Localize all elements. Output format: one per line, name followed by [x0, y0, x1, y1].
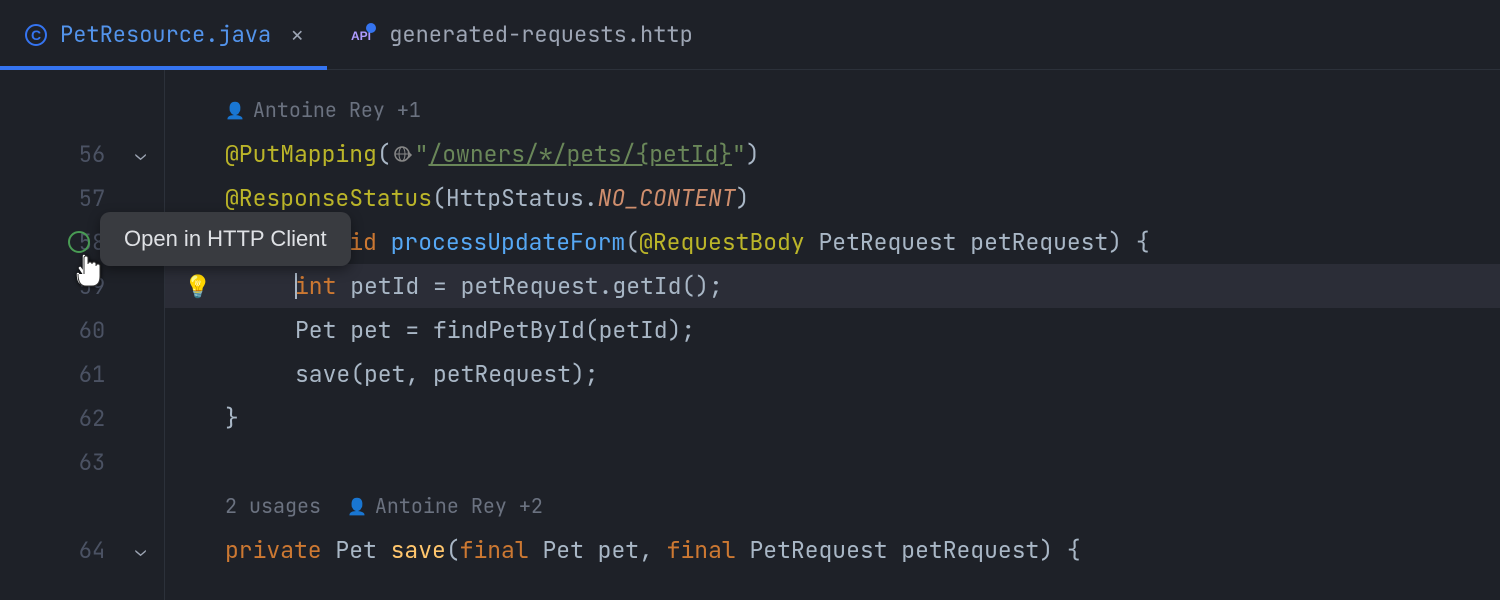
inlay-author: Antoine Rey +2 — [375, 493, 543, 519]
inlay-author: Antoine Rey +1 — [253, 97, 421, 123]
code-line[interactable]: @ResponseStatus(HttpStatus.NO_CONTENT) — [165, 176, 1500, 220]
line-number: 63 — [65, 448, 105, 477]
gutter-line[interactable]: 62 ⌄ — [0, 396, 164, 440]
mouse-cursor-icon — [74, 254, 104, 298]
tooltip-text: Open in HTTP Client — [124, 226, 327, 251]
globe-icon[interactable] — [393, 144, 413, 164]
gutter-line[interactable]: 64 ⌄ — [0, 528, 164, 572]
line-number: 62 — [65, 404, 105, 433]
code-line[interactable]: private Pet save(final Pet pet, final Pe… — [165, 528, 1500, 572]
code-area[interactable]: 💡 👤 Antoine Rey +1 @PutMapping("/owners/… — [165, 70, 1500, 600]
gutter-line-inlay — [0, 484, 164, 528]
gutter-line[interactable]: 60 ⌄ — [0, 308, 164, 352]
user-icon: 👤 — [225, 100, 245, 121]
line-number: 57 — [65, 184, 105, 213]
tab-label: PetResource.java — [60, 20, 271, 49]
line-number: 64 — [65, 536, 105, 565]
gutter-line[interactable]: 61 ⌄ — [0, 352, 164, 396]
code-line[interactable]: @PutMapping("/owners/*/pets/{petId}") — [165, 132, 1500, 176]
code-line-blank[interactable] — [165, 440, 1500, 484]
chevron-down-icon[interactable]: ⌄ — [135, 143, 146, 166]
code-line[interactable]: save(pet, petRequest); — [165, 352, 1500, 396]
gutter-line[interactable]: 56 ⌄ — [0, 132, 164, 176]
close-icon[interactable]: ✕ — [291, 22, 303, 48]
intention-bulb-icon[interactable]: 💡 — [184, 272, 211, 301]
user-icon: 👤 — [347, 496, 367, 517]
tab-petresource[interactable]: C PetResource.java ✕ — [0, 0, 327, 69]
line-number: 61 — [65, 360, 105, 389]
tab-bar: C PetResource.java ✕ API generated-reque… — [0, 0, 1500, 70]
chevron-down-icon[interactable]: ⌄ — [135, 539, 146, 562]
run-gutter-icon[interactable] — [68, 231, 90, 253]
gutter-line[interactable]: 63 ⌄ — [0, 440, 164, 484]
inlay-author-hint[interactable]: 👤 Antoine Rey +1 — [165, 88, 1500, 132]
gutter-tooltip[interactable]: Open in HTTP Client — [100, 212, 351, 266]
code-line[interactable]: } — [165, 396, 1500, 440]
class-icon: C — [24, 23, 48, 47]
inlay-usages-hint[interactable]: 2 usages 👤 Antoine Rey +2 — [165, 484, 1500, 528]
tab-generated-requests[interactable]: API generated-requests.http — [327, 0, 717, 69]
line-number: 56 — [65, 140, 105, 169]
api-icon: API — [351, 22, 377, 48]
line-number: 60 — [65, 316, 105, 345]
code-line[interactable]: public void processUpdateForm(@RequestBo… — [165, 220, 1500, 264]
code-line-current[interactable]: int petId = petRequest.getId(); — [165, 264, 1500, 308]
tab-label: generated-requests.http — [389, 20, 693, 49]
editor: 56 ⌄ 57 ⌄ 58 ⌄ 59 ⌄ 60 ⌄ 61 ⌄ 62 ⌄ 63 — [0, 70, 1500, 600]
inlay-usages: 2 usages — [225, 493, 321, 519]
code-line[interactable]: Pet pet = findPetById(petId); — [165, 308, 1500, 352]
gutter: 56 ⌄ 57 ⌄ 58 ⌄ 59 ⌄ 60 ⌄ 61 ⌄ 62 ⌄ 63 — [0, 70, 165, 600]
svg-text:C: C — [31, 27, 41, 43]
